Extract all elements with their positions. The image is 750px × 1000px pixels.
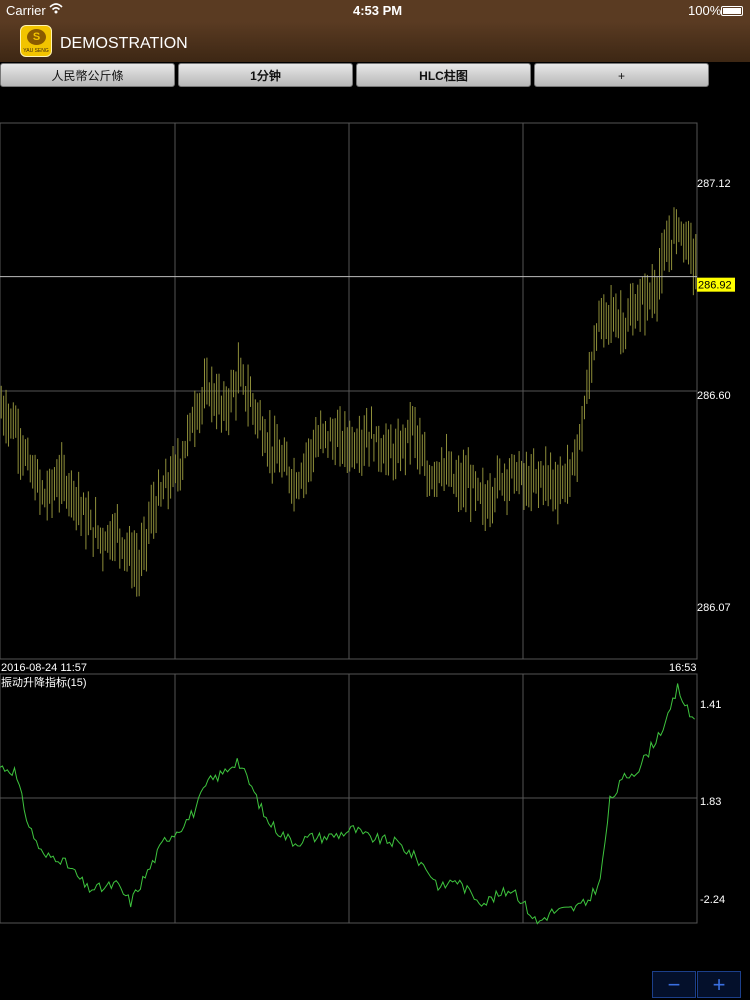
y-tick-label: 286.07 xyxy=(697,602,731,614)
y-tick-label: 286.60 xyxy=(697,390,731,402)
current-price-label: 286.92 xyxy=(698,280,732,292)
chart-area[interactable]: 286.92 287.12 286.60 286.07 2016-08-24 1… xyxy=(0,0,750,1000)
indicator-tick-label: -2.24 xyxy=(700,894,725,906)
y-tick-label: 287.12 xyxy=(697,178,731,190)
end-time-label: 16:53 xyxy=(669,662,697,674)
indicator-title: 振动升降指标(15) xyxy=(1,675,87,689)
zoom-in-button[interactable]: + xyxy=(697,971,741,998)
zoom-out-button[interactable]: − xyxy=(652,971,696,998)
main-grid xyxy=(0,122,698,660)
indicator-tick-label: 1.83 xyxy=(700,796,721,808)
start-time-label: 2016-08-24 11:57 xyxy=(1,662,87,674)
indicator-line xyxy=(0,683,695,925)
indicator-tick-label: 1.41 xyxy=(700,699,721,711)
indicator-grid xyxy=(0,673,698,924)
